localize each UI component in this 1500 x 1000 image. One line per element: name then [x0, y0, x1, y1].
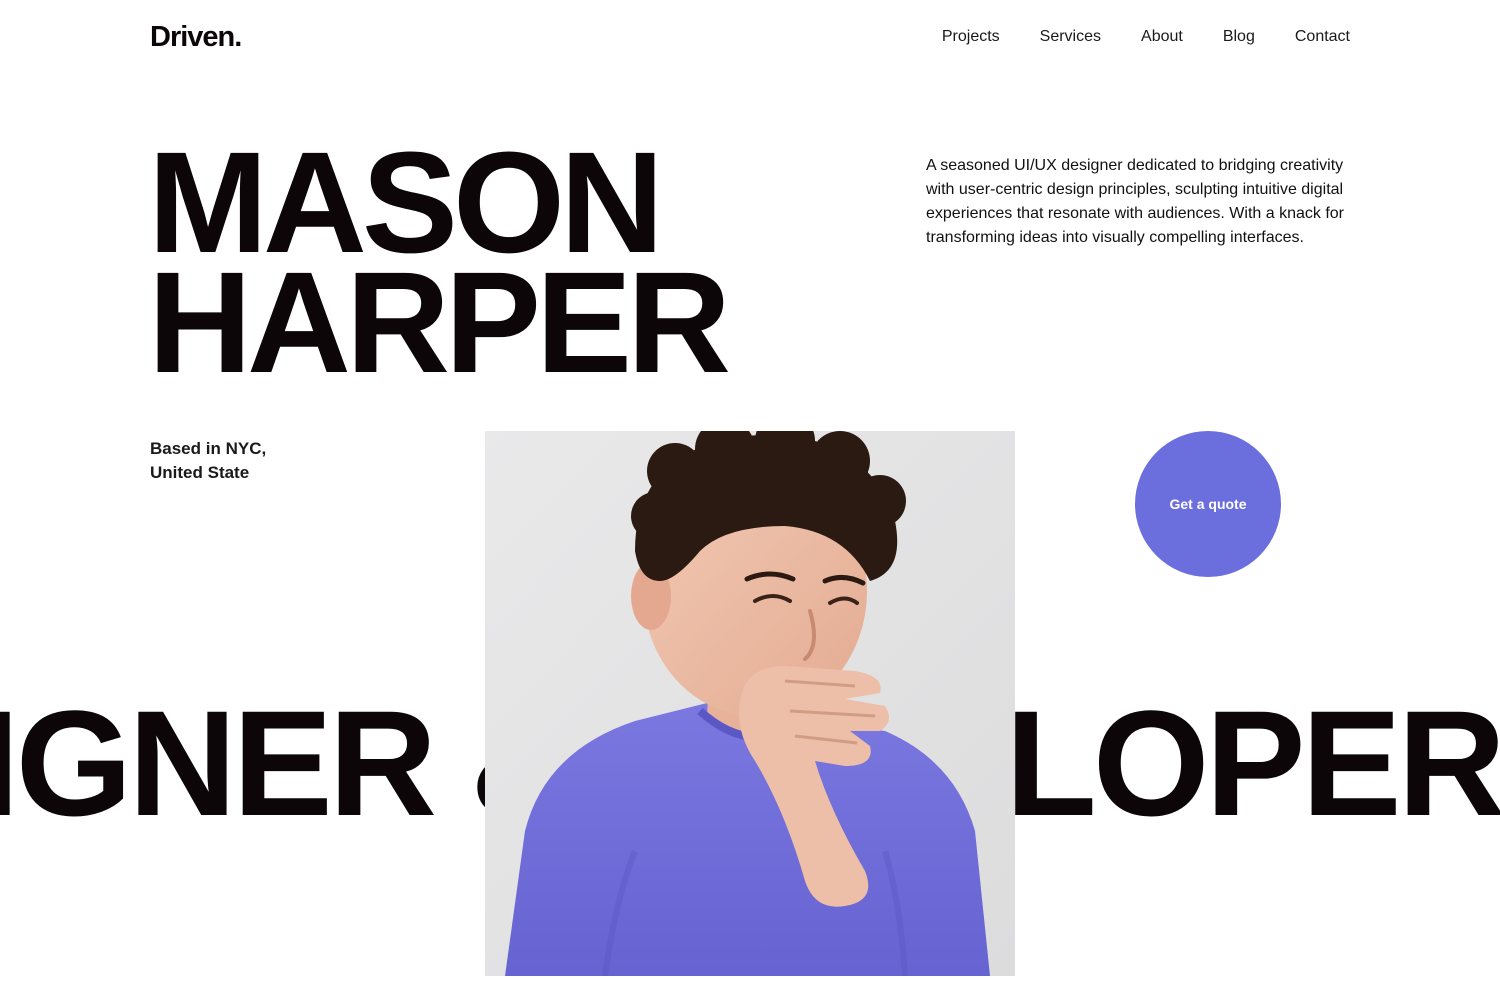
get-quote-label: Get a quote: [1169, 496, 1247, 512]
location: Based in NYC, United State: [150, 437, 266, 485]
location-country: United State: [150, 463, 250, 482]
nav-services[interactable]: Services: [1040, 27, 1101, 47]
hero-description: A seasoned UI/UX designer dedicated to b…: [926, 157, 1344, 246]
portrait-illustration: [485, 431, 1015, 976]
page: Driven. Projects Services About Blog Con…: [0, 0, 1500, 1000]
logo[interactable]: Driven.: [150, 21, 242, 54]
location-city: Based in NYC,: [150, 439, 267, 458]
nav-contact[interactable]: Contact: [1295, 27, 1350, 47]
hero-name: MASON HARPER: [148, 131, 731, 403]
hero-name-last: HARPER: [148, 242, 731, 403]
nav-projects[interactable]: Projects: [942, 27, 1000, 47]
get-quote-button[interactable]: Get a quote: [1135, 431, 1281, 577]
portrait-image: [485, 431, 1015, 976]
nav-about[interactable]: About: [1141, 27, 1183, 47]
nav-blog[interactable]: Blog: [1223, 27, 1255, 47]
main-nav: Projects Services About Blog Contact: [942, 27, 1350, 47]
